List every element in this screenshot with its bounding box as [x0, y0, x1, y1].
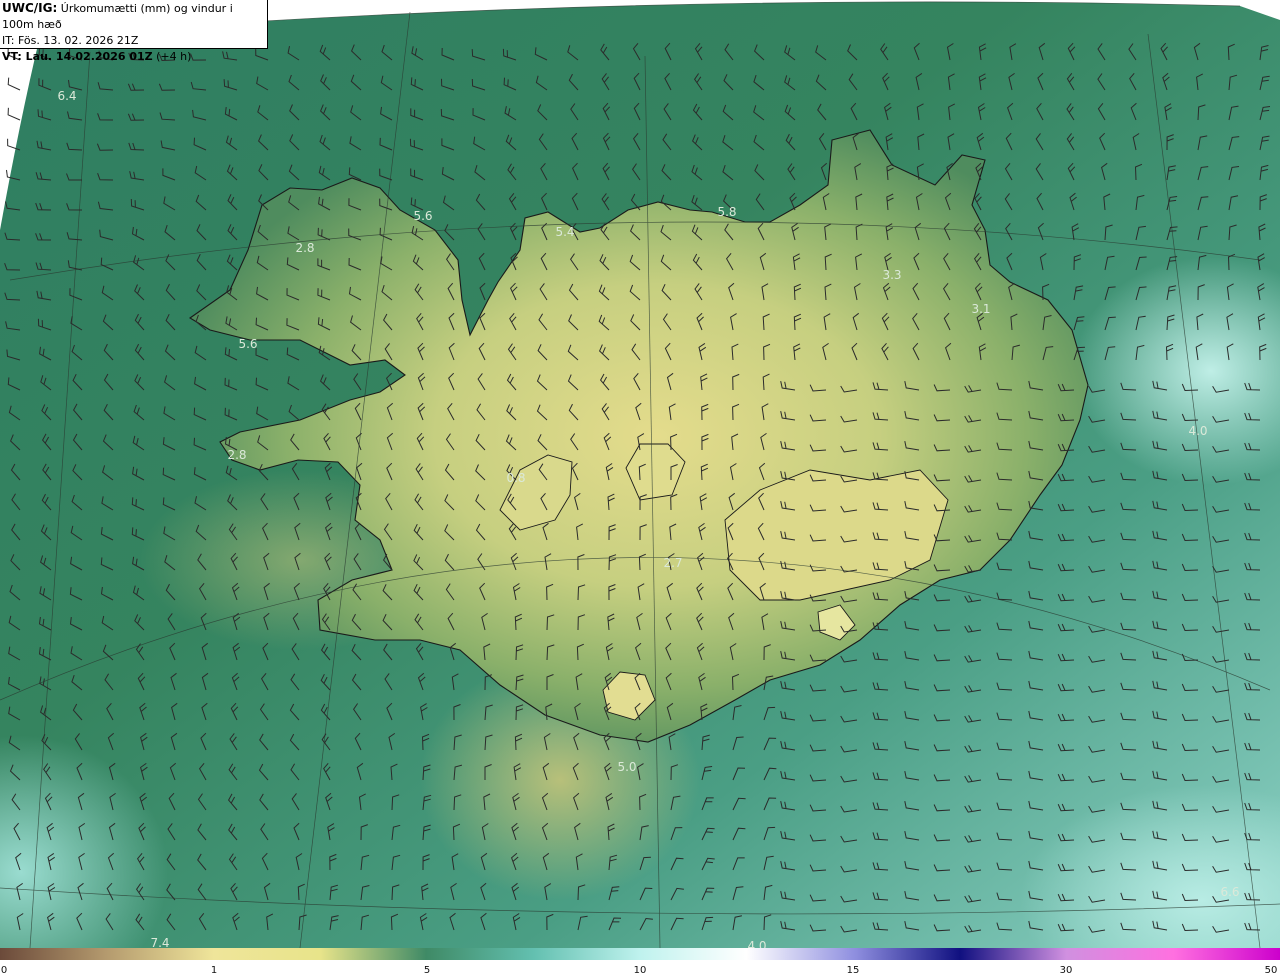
map-value-label: 3.3	[882, 268, 902, 282]
map-value-label: 5.6	[238, 337, 258, 351]
southeast-teal-area	[760, 620, 1280, 950]
map-value-label: 5.8	[717, 205, 737, 219]
map-value-label: 6.6	[1220, 885, 1240, 899]
map-value-label: 3.1	[971, 302, 991, 316]
map-value-label: 5.0	[617, 760, 637, 774]
colorbar-tick: 30	[1059, 965, 1073, 976]
colorbar-tick: 1	[210, 965, 218, 976]
colorbar-tick: 0	[0, 965, 8, 976]
precipitation-wind-map	[0, 1, 1280, 950]
wind-barb	[7, 77, 21, 91]
issue-time: IT: Fös. 13. 02. 2026 21Z	[2, 34, 139, 47]
colorbar-gradient	[0, 948, 1280, 960]
map-value-label: 2.8	[227, 448, 247, 462]
map-value-label: 0.8	[506, 471, 526, 485]
product-code: UWC/IG:	[2, 1, 58, 15]
colorbar-tick: 50	[1264, 965, 1278, 976]
map-value-label: 2.8	[295, 241, 315, 255]
map-value-label: 6.4	[57, 89, 77, 103]
valid-time: VT: Lau. 14.02.2026 01Z	[2, 50, 153, 63]
map-value-label: 4.0	[1188, 424, 1208, 438]
colorbar-tick: 10	[633, 965, 647, 976]
colorbar: 0 1 5 10 15 30 50	[0, 948, 1280, 978]
map-value-label: 2.7	[663, 556, 683, 570]
map-value-label: 5.4	[555, 225, 575, 239]
map-info-box: UWC/IG: Úrkomumætti (mm) og vindur i 100…	[0, 0, 268, 63]
wind-barb	[7, 107, 21, 121]
colorbar-tick: 5	[423, 965, 431, 976]
map-value-label: 5.6	[413, 209, 433, 223]
forecast-lead: (+4 h)	[152, 50, 192, 63]
colorbar-tick: 15	[846, 965, 860, 976]
